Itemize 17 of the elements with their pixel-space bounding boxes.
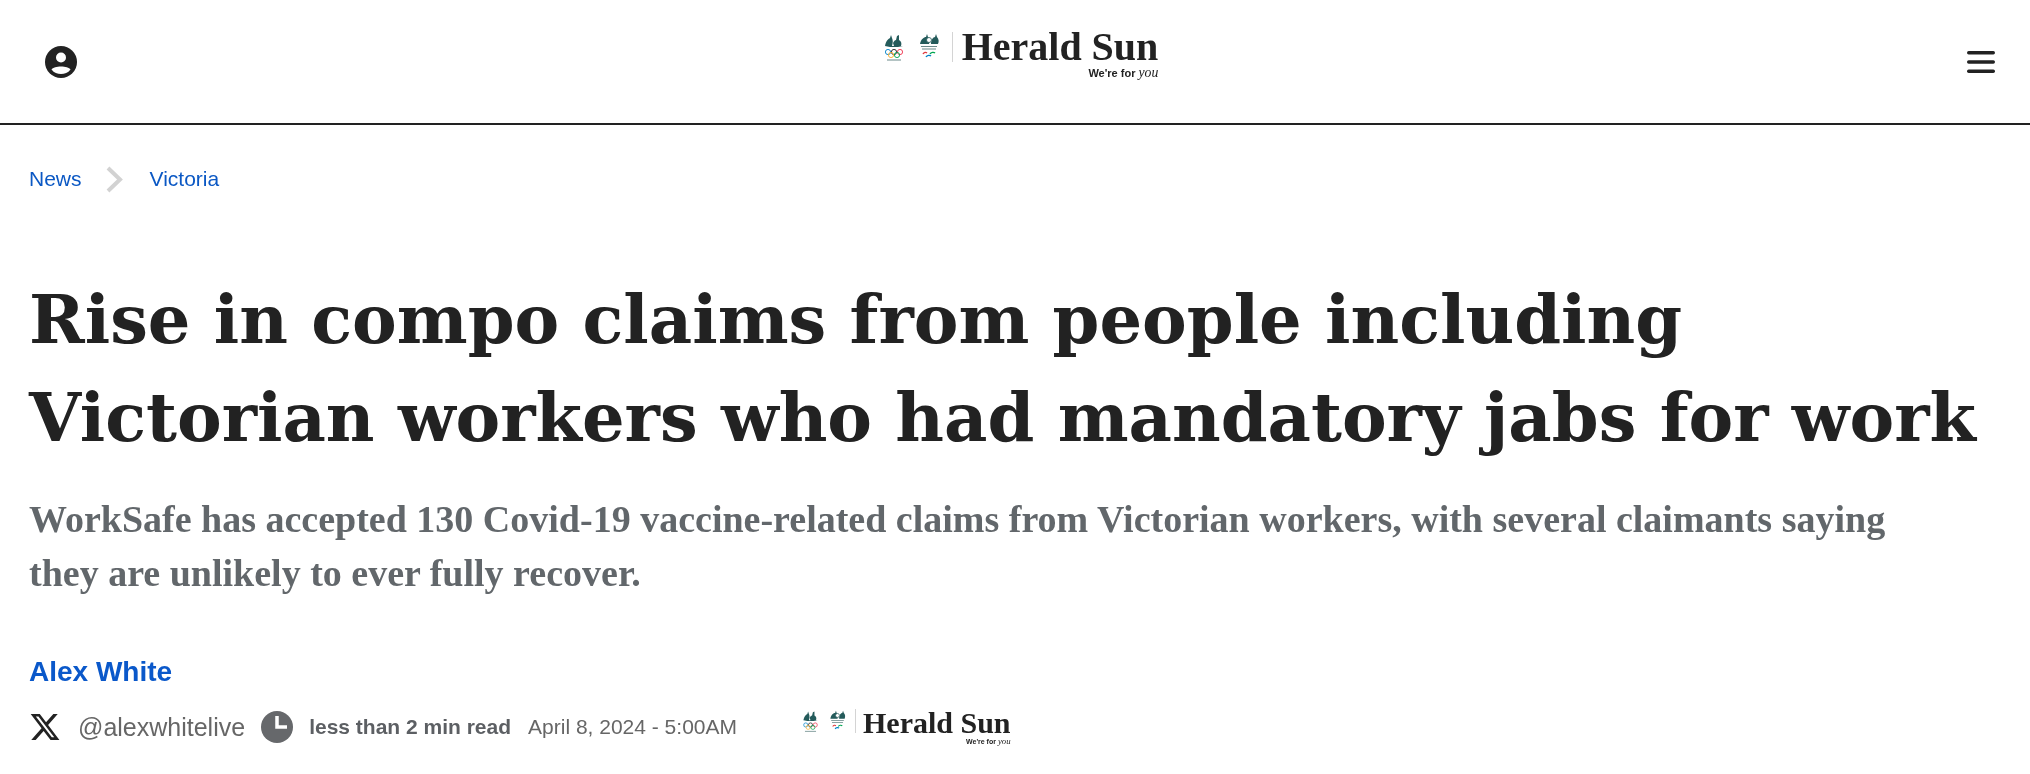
- user-icon: [45, 45, 77, 78]
- read-time: less than 2 min read: [309, 714, 512, 740]
- chevron-right-icon: [105, 165, 123, 193]
- standfirst: WorkSafe has accepted 130 Covid-19 vaccine-related claims from Victorian workers, with several claimants saying they are unlikely to ever fully recover.: [29, 497, 1887, 596]
- publish-date: April 8, 2024 - 5:00AM: [528, 714, 737, 740]
- headline: Rise in compo claims from people including Victorian workers who had mandatory jabs for work: [29, 279, 1978, 459]
- clock-icon: [261, 711, 294, 743]
- breadcrumb-link[interactable]: News: [29, 164, 82, 194]
- wordmark: Herald Sun: [863, 708, 1011, 737]
- breadcrumb-link[interactable]: Victoria: [149, 164, 220, 194]
- x-logo-icon: [29, 711, 61, 743]
- social-handle-link[interactable]: @alexwhitelive: [78, 710, 246, 744]
- wordmark: Herald Sun: [961, 27, 1159, 67]
- menu-button[interactable]: [1967, 49, 1995, 74]
- account-button[interactable]: [45, 45, 77, 78]
- author-link[interactable]: Alex White: [29, 655, 173, 689]
- menu-icon: [1967, 49, 1995, 74]
